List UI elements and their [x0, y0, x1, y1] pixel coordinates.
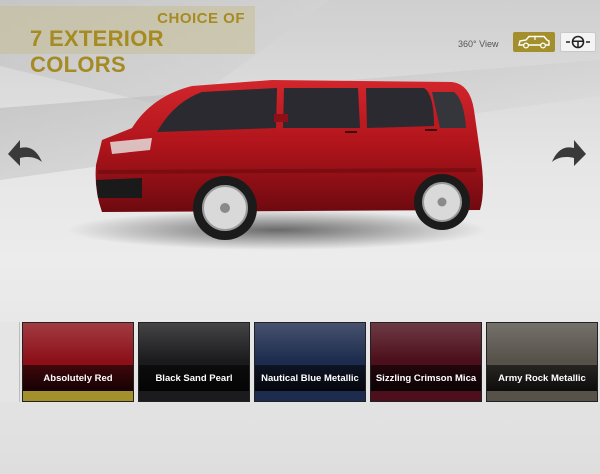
swatch-label-band: Nautical Blue Metallic: [255, 365, 365, 391]
scroll-left-tab[interactable]: [0, 322, 20, 402]
swatch-label: Sizzling Crimson Mica: [375, 372, 477, 384]
color-swatch[interactable]: Army Rock Metallic: [486, 322, 598, 402]
color-swatch[interactable]: Nautical Blue Metallic: [254, 322, 366, 402]
headline-banner: CHOICE OF 7 EXTERIOR COLORS: [0, 6, 255, 77]
car-side-icon: [518, 35, 550, 49]
viewer-stage: CHOICE OF 7 EXTERIOR COLORS 360° View Ab…: [0, 0, 600, 474]
swatch-sheen: [23, 323, 133, 361]
steering-wheel-icon: [566, 35, 590, 49]
view-360-label: 360° View: [458, 39, 499, 49]
swatch-bottom: [139, 391, 249, 401]
swatch-label-band: Absolutely Red: [23, 365, 133, 391]
color-swatch[interactable]: Absolutely Red: [22, 322, 134, 402]
headline-line1: CHOICE OF: [157, 10, 245, 27]
swatch-bottom: [487, 391, 597, 401]
swatch-label: Black Sand Pearl: [155, 372, 233, 384]
color-swatch[interactable]: Sizzling Crimson Mica: [370, 322, 482, 402]
interior-view-button[interactable]: [560, 32, 596, 52]
color-swatch-row: Absolutely Red Black Sand Pearl Nautical B…: [0, 322, 600, 404]
swatch-label-band: Black Sand Pearl: [139, 365, 249, 391]
selected-indicator: [23, 391, 133, 401]
curved-arrow-right-icon: [552, 140, 586, 166]
rotate-left-button[interactable]: [6, 130, 46, 174]
swatch-bottom: [255, 391, 365, 401]
rotate-right-button[interactable]: [548, 130, 588, 174]
swatch-label: Absolutely Red: [43, 372, 113, 384]
swatch-label: Nautical Blue Metallic: [261, 372, 359, 384]
swatch-bottom: [371, 391, 481, 401]
swatch-label: Army Rock Metallic: [498, 372, 586, 384]
color-swatch[interactable]: Black Sand Pearl: [138, 322, 250, 402]
swatch-sheen: [487, 323, 597, 361]
car-image: [67, 80, 487, 250]
swatch-sheen: [139, 323, 249, 361]
swatch-sheen: [371, 323, 481, 361]
swatch-label-band: Army Rock Metallic: [487, 365, 597, 391]
exterior-view-button[interactable]: [513, 32, 555, 52]
curved-arrow-left-icon: [8, 140, 42, 166]
swatch-sheen: [255, 323, 365, 361]
swatch-label-band: Sizzling Crimson Mica: [371, 365, 481, 391]
